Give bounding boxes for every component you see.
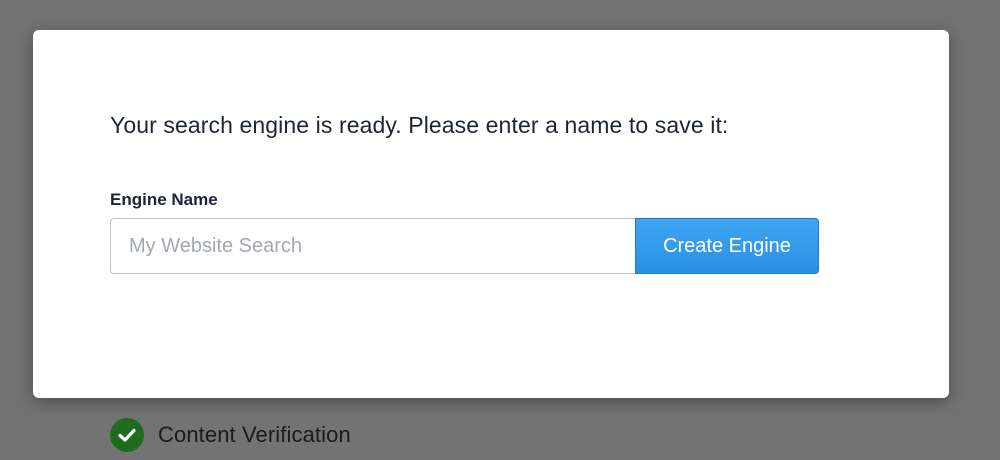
create-engine-modal: Your search engine is ready. Please ente…: [33, 30, 949, 398]
engine-name-label: Engine Name: [110, 190, 218, 209]
checkmark-circle-icon: [110, 418, 144, 452]
modal-heading: Your search engine is ready. Please ente…: [110, 112, 729, 138]
content-verification-step: Content Verification: [110, 418, 351, 452]
engine-name-form: Create Engine: [110, 218, 819, 274]
create-engine-button[interactable]: Create Engine: [635, 218, 819, 274]
engine-name-input[interactable]: [110, 218, 635, 274]
step-label: Content Verification: [158, 422, 351, 447]
